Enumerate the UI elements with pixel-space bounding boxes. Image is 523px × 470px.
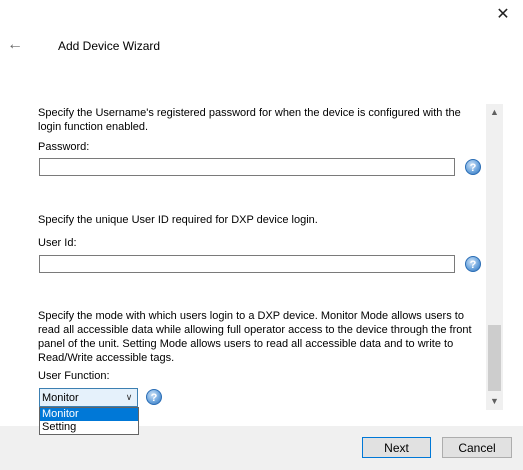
user-id-help-icon[interactable]: ? (465, 256, 481, 272)
back-arrow-icon[interactable]: ← (6, 36, 24, 54)
scroll-up-icon[interactable]: ▲ (486, 104, 503, 121)
password-description: Specify the Username's registered passwo… (38, 107, 461, 133)
password-field[interactable] (39, 158, 455, 176)
user-function-label: User Function: (38, 370, 110, 382)
scrollbar-thumb[interactable] (488, 325, 501, 391)
cancel-button[interactable]: Cancel (442, 437, 512, 458)
close-icon[interactable]: ✕ (494, 6, 512, 24)
user-function-selected-value: Monitor (42, 392, 79, 404)
user-id-field[interactable] (39, 255, 455, 273)
dropdown-option-setting[interactable]: Setting (40, 421, 138, 434)
chevron-down-icon[interactable]: ∨ (123, 389, 135, 406)
user-function-description: Specify the mode with which users login … (38, 310, 472, 364)
next-button[interactable]: Next (362, 437, 431, 458)
password-help-icon[interactable]: ? (465, 159, 481, 175)
window-title: Add Device Wizard (58, 39, 161, 53)
scroll-down-icon[interactable]: ▼ (486, 393, 503, 410)
user-function-help-icon[interactable]: ? (146, 389, 162, 405)
password-label: Password: (38, 141, 90, 153)
user-id-description: Specify the unique User ID required for … (38, 214, 318, 226)
dropdown-option-monitor[interactable]: Monitor (40, 408, 138, 421)
user-id-label: User Id: (38, 237, 77, 249)
